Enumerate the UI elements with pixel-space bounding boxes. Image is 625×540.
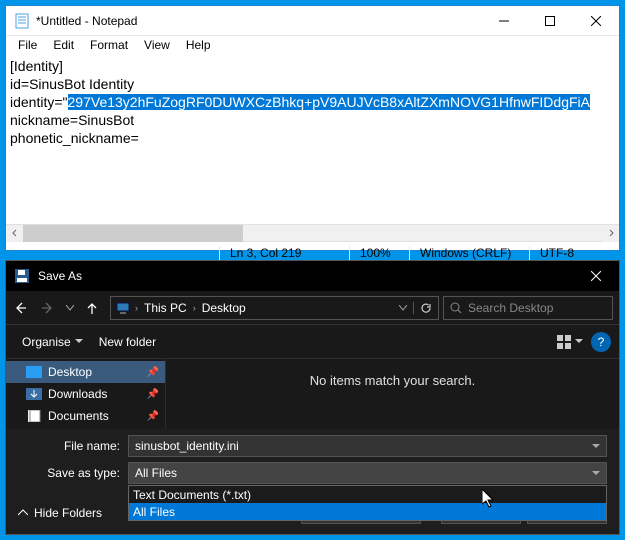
scroll-left-button[interactable] (6, 225, 23, 242)
notepad-icon (14, 13, 30, 29)
help-button[interactable]: ? (591, 332, 611, 352)
tree-item-documents[interactable]: Documents📌 (6, 405, 165, 427)
pin-icon: 📌 (147, 411, 159, 422)
filename-input[interactable]: sinusbot_identity.ini (128, 435, 607, 457)
nav-up-button[interactable] (78, 294, 106, 322)
refresh-button[interactable] (413, 302, 438, 314)
close-button[interactable] (573, 6, 619, 35)
search-placeholder: Search Desktop (468, 301, 553, 315)
search-icon (450, 302, 462, 314)
nav-back-button[interactable] (6, 294, 34, 322)
file-list-empty: No items match your search. (166, 359, 619, 429)
menu-view[interactable]: View (136, 36, 178, 56)
save-icon (14, 268, 30, 284)
menu-file[interactable]: File (10, 36, 45, 56)
notepad-textarea[interactable]: [Identity] id=SinusBot Identity identity… (6, 56, 619, 224)
scroll-right-button[interactable] (602, 225, 619, 242)
breadcrumb-segment[interactable]: Desktop (196, 301, 252, 315)
scroll-track[interactable] (23, 225, 602, 242)
chevron-up-icon (18, 509, 28, 517)
search-box[interactable]: Search Desktop (443, 296, 613, 320)
saveas-title: Save As (38, 269, 573, 283)
nav-forward-button[interactable] (34, 294, 62, 322)
menu-edit[interactable]: Edit (45, 36, 82, 56)
saveas-toolbar: Organise New folder ? (6, 325, 619, 359)
dropdown-option-all[interactable]: All Files (129, 503, 606, 520)
saveas-close-button[interactable] (573, 261, 619, 291)
status-eol: Windows (CRLF) (409, 246, 529, 260)
notepad-window: *Untitled - Notepad File Edit Format Vie… (5, 5, 620, 251)
filename-label: File name: (18, 439, 128, 453)
menu-format[interactable]: Format (82, 36, 136, 56)
pin-icon: 📌 (147, 367, 159, 378)
pin-icon: 📌 (147, 389, 159, 400)
selected-text: 297Ve13y2hFuZogRF0DUWXCzBhkq+pV9AUJVcB8x… (68, 94, 590, 110)
desktop-icon (26, 366, 42, 378)
new-folder-button[interactable]: New folder (91, 331, 164, 353)
filetype-dropdown: Text Documents (*.txt) All Files (128, 485, 607, 521)
saveas-titlebar[interactable]: Save As (6, 261, 619, 291)
save-as-dialog: Save As › This PC › Desktop Search Deskt… (5, 260, 620, 535)
status-encoding: UTF-8 (529, 246, 619, 260)
pc-icon (115, 300, 131, 316)
minimize-button[interactable] (481, 6, 527, 35)
status-cursor-pos: Ln 3, Col 219 (219, 246, 349, 260)
address-dropdown-button[interactable] (393, 305, 413, 311)
tree-item-desktop[interactable]: Desktop📌 (6, 361, 165, 383)
folder-tree[interactable]: Desktop📌 Downloads📌 Documents📌 Pictures📌 (6, 359, 166, 429)
view-options-button[interactable] (555, 330, 585, 354)
scroll-thumb[interactable] (23, 225, 243, 242)
notepad-titlebar[interactable]: *Untitled - Notepad (6, 6, 619, 36)
hide-folders-button[interactable]: Hide Folders (18, 506, 102, 520)
filetype-select[interactable]: All Files (128, 462, 607, 484)
address-bar[interactable]: › This PC › Desktop (110, 296, 439, 320)
organise-button[interactable]: Organise (14, 331, 91, 353)
status-zoom: 100% (349, 246, 409, 260)
tree-item-downloads[interactable]: Downloads📌 (6, 383, 165, 405)
downloads-icon (26, 388, 42, 400)
saveas-navbar: › This PC › Desktop Search Desktop (6, 291, 619, 325)
horizontal-scrollbar[interactable] (6, 224, 619, 241)
maximize-button[interactable] (527, 6, 573, 35)
menu-help[interactable]: Help (178, 36, 219, 56)
nav-history-button[interactable] (62, 294, 78, 322)
documents-icon (26, 410, 42, 422)
notepad-title: *Untitled - Notepad (36, 14, 481, 28)
breadcrumb-segment[interactable]: This PC (138, 301, 193, 315)
notepad-menubar: File Edit Format View Help (6, 36, 619, 56)
dropdown-option-txt[interactable]: Text Documents (*.txt) (129, 486, 606, 503)
filetype-label: Save as type: (18, 466, 128, 480)
